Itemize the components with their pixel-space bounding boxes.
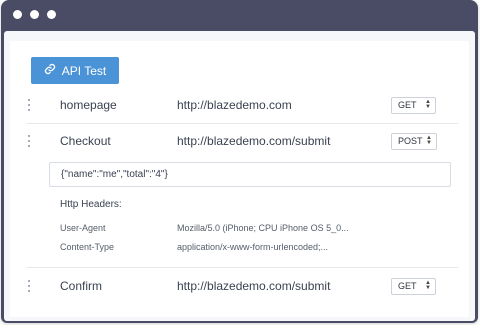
drag-handle-icon[interactable]: [28, 280, 32, 292]
api-test-label: API Test: [61, 63, 107, 78]
request-url: http://blazedemo.com/submit: [177, 134, 331, 148]
method-select[interactable]: GET ▲ ▼: [391, 277, 436, 295]
divider: [26, 267, 458, 268]
request-name: Checkout: [60, 134, 111, 148]
method-value: POST: [398, 136, 423, 146]
window-controls: [13, 10, 56, 19]
request-url: http://blazedemo.com/submit: [177, 279, 331, 293]
method-select[interactable]: POST ▲ ▼: [391, 132, 437, 150]
http-headers-title: Http Headers:: [60, 199, 122, 210]
window-dot-close[interactable]: [13, 10, 22, 19]
header-key: Content-Type: [60, 242, 115, 252]
link-icon: [44, 63, 56, 78]
app-window: API Test homepage http://blazedemo.com G…: [1, 0, 478, 323]
select-arrows-icon: ▲ ▼: [425, 279, 431, 291]
window-dot-minimize[interactable]: [30, 10, 39, 19]
request-row-checkout[interactable]: Checkout http://blazedemo.com/submit POS…: [10, 127, 469, 155]
header-key: User-Agent: [60, 223, 106, 233]
divider: [26, 123, 458, 124]
request-url: http://blazedemo.com: [177, 98, 292, 112]
select-arrows-icon: ▲ ▼: [425, 98, 431, 110]
window-dot-maximize[interactable]: [47, 10, 56, 19]
method-value: GET: [398, 281, 417, 291]
request-name: Confirm: [60, 279, 103, 293]
header-value: Mozilla/5.0 (iPhone; CPU iPhone OS 5_0..…: [177, 223, 349, 233]
api-test-card: API Test homepage http://blazedemo.com G…: [10, 41, 469, 317]
api-test-button[interactable]: API Test: [31, 57, 119, 84]
content-panel: API Test homepage http://blazedemo.com G…: [4, 31, 475, 321]
header-value: application/x-www-form-urlencoded;...: [177, 242, 329, 252]
drag-handle-icon[interactable]: [28, 135, 32, 147]
select-arrows-icon: ▲ ▼: [426, 134, 432, 146]
request-row-homepage[interactable]: homepage http://blazedemo.com GET ▲ ▼: [10, 91, 469, 119]
drag-handle-icon[interactable]: [28, 99, 32, 111]
request-body-field[interactable]: {"name":"me","total":"4"}: [49, 162, 451, 187]
request-row-confirm[interactable]: Confirm http://blazedemo.com/submit GET …: [10, 272, 469, 300]
method-value: GET: [398, 100, 417, 110]
request-body-value: {"name":"me","total":"4"}: [61, 169, 168, 180]
request-name: homepage: [60, 98, 117, 112]
method-select[interactable]: GET ▲ ▼: [391, 96, 436, 114]
